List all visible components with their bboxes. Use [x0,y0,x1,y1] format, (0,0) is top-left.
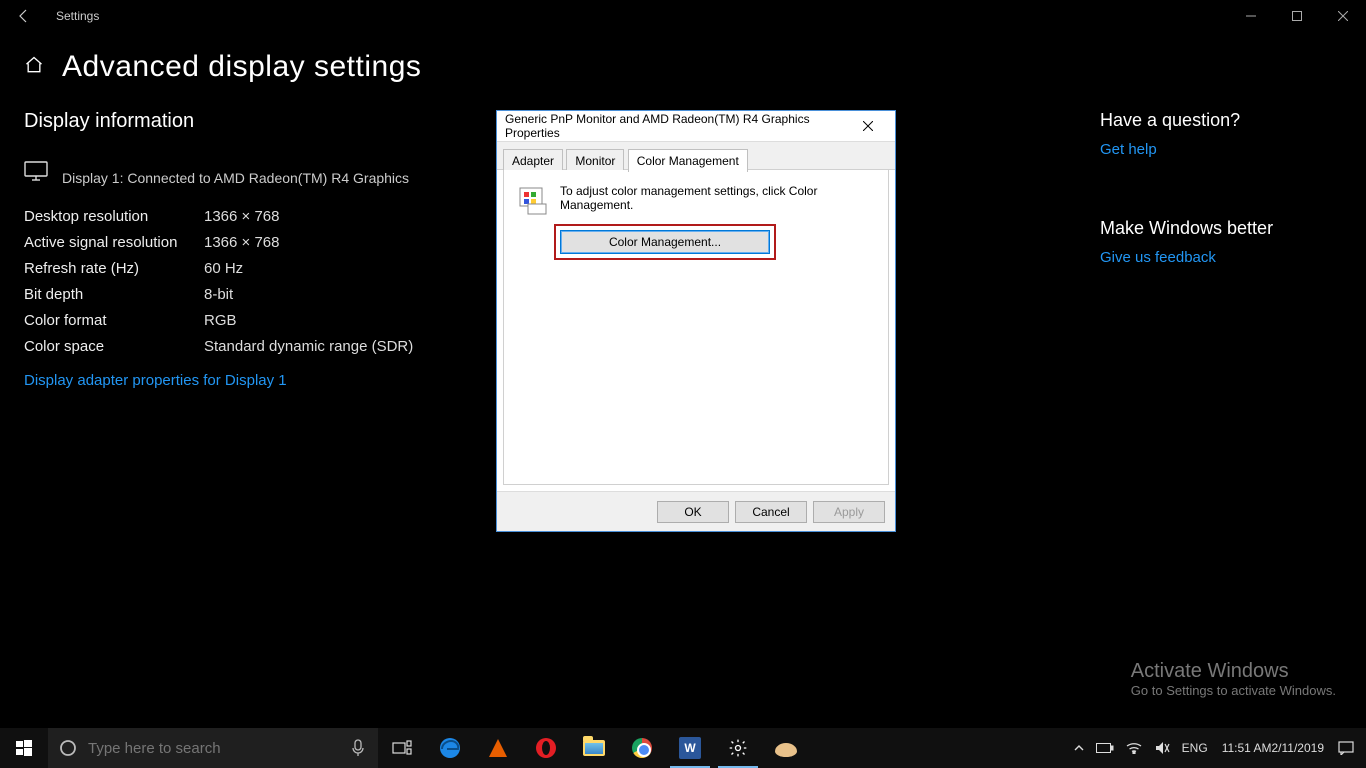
adapter-properties-link[interactable]: Display adapter properties for Display 1 [24,372,287,389]
close-icon [863,121,873,131]
dialog-close-button[interactable] [849,113,887,139]
spec-value: 1366 × 768 [204,230,280,256]
cortana-icon[interactable] [48,739,88,757]
tab-monitor[interactable]: Monitor [566,149,624,171]
opera-icon [536,738,556,758]
display-properties-dialog: Generic PnP Monitor and AMD Radeon(TM) R… [496,110,896,532]
page-title: Advanced display settings [62,50,421,84]
task-icons: W [378,728,810,768]
battery-icon [1096,743,1114,753]
tab-adapter[interactable]: Adapter [503,149,563,171]
spec-key: Desktop resolution [24,204,204,230]
start-button[interactable] [0,728,48,768]
titlebar: Settings [0,0,1366,32]
taskbar-app-opera[interactable] [522,728,570,768]
back-button[interactable] [0,0,48,32]
word-icon: W [679,737,701,759]
window-controls [1228,0,1366,32]
help-sidebar: Have a question? Get help Make Windows b… [1100,110,1273,266]
tray-clock[interactable]: 11:51 AM 2/11/2019 [1214,728,1332,768]
tray-wifi[interactable] [1120,728,1148,768]
windows-icon [16,740,32,756]
tab-panel-color-management: To adjust color management settings, cli… [503,170,889,485]
maximize-icon [1292,11,1302,21]
dialog-button-row: OK Cancel Apply [497,491,895,531]
maximize-button[interactable] [1274,0,1320,32]
spec-value: 8-bit [204,282,233,308]
paint-icon [775,739,797,757]
spec-key: Bit depth [24,282,204,308]
task-view-button[interactable] [378,728,426,768]
panel-text: To adjust color management settings, cli… [560,184,874,216]
vlc-icon [489,739,507,757]
taskbar-app-word[interactable]: W [666,728,714,768]
minimize-icon [1246,11,1256,21]
taskbar-app-explorer[interactable] [570,728,618,768]
spec-value: 1366 × 768 [204,204,280,230]
task-view-icon [392,740,412,756]
taskbar-app-paint[interactable] [762,728,810,768]
display-label: Display 1: Connected to AMD Radeon(TM) R… [62,170,409,186]
wifi-icon [1126,742,1142,754]
chrome-icon [632,738,652,758]
activate-watermark: Activate Windows Go to Settings to activ… [1131,660,1336,698]
taskbar-app-edge[interactable] [426,728,474,768]
tray-date: 2/11/2019 [1272,741,1325,755]
cancel-button[interactable]: Cancel [735,501,807,523]
taskbar-app-chrome[interactable] [618,728,666,768]
taskbar: W ENG 11:51 AM 2/11/2019 [0,728,1366,768]
tray-time: 11:51 AM [1222,741,1272,755]
get-help-link[interactable]: Get help [1100,141,1273,158]
help-title: Have a question? [1100,110,1273,131]
tray-chevron[interactable] [1068,728,1090,768]
tray-language[interactable]: ENG [1176,728,1214,768]
tray-volume[interactable] [1148,728,1176,768]
feedback-title: Make Windows better [1100,218,1273,239]
gear-icon [728,738,748,758]
spec-value: RGB [204,308,237,334]
apply-button[interactable]: Apply [813,501,885,523]
monitor-icon [24,161,48,186]
activate-title: Activate Windows [1131,660,1336,683]
activate-sub: Go to Settings to activate Windows. [1131,683,1336,698]
search-input[interactable] [88,740,338,757]
close-icon [1338,11,1348,21]
spec-key: Color format [24,308,204,334]
minimize-button[interactable] [1228,0,1274,32]
app-title: Settings [56,9,99,23]
tabstrip: Adapter Monitor Color Management [497,142,895,170]
edge-icon [439,737,461,759]
spec-value: 60 Hz [204,256,243,282]
spec-key: Refresh rate (Hz) [24,256,204,282]
folder-icon [583,740,605,756]
close-button[interactable] [1320,0,1366,32]
dialog-titlebar[interactable]: Generic PnP Monitor and AMD Radeon(TM) R… [497,111,895,141]
dialog-body: Adapter Monitor Color Management To adju… [497,141,895,491]
arrow-left-icon [16,8,32,24]
spec-key: Active signal resolution [24,230,204,256]
tab-color-management[interactable]: Color Management [628,149,748,172]
taskbar-app-settings[interactable] [714,728,762,768]
chevron-up-icon [1074,743,1084,753]
taskbar-search[interactable] [48,728,378,768]
dialog-title: Generic PnP Monitor and AMD Radeon(TM) R… [505,112,849,140]
page-header: Advanced display settings [0,32,1366,92]
color-management-icon [518,184,550,216]
spec-value: Standard dynamic range (SDR) [204,334,413,360]
mic-icon[interactable] [338,739,378,757]
home-icon[interactable] [24,55,44,80]
ok-button[interactable]: OK [657,501,729,523]
tray-notifications[interactable] [1332,728,1360,768]
volume-icon [1154,741,1170,755]
tray-battery[interactable] [1090,728,1120,768]
feedback-link[interactable]: Give us feedback [1100,249,1273,266]
spec-key: Color space [24,334,204,360]
system-tray: ENG 11:51 AM 2/11/2019 [1068,728,1366,768]
notifications-icon [1338,741,1354,755]
color-management-button[interactable]: Color Management... [560,230,770,254]
taskbar-app-vlc[interactable] [474,728,522,768]
